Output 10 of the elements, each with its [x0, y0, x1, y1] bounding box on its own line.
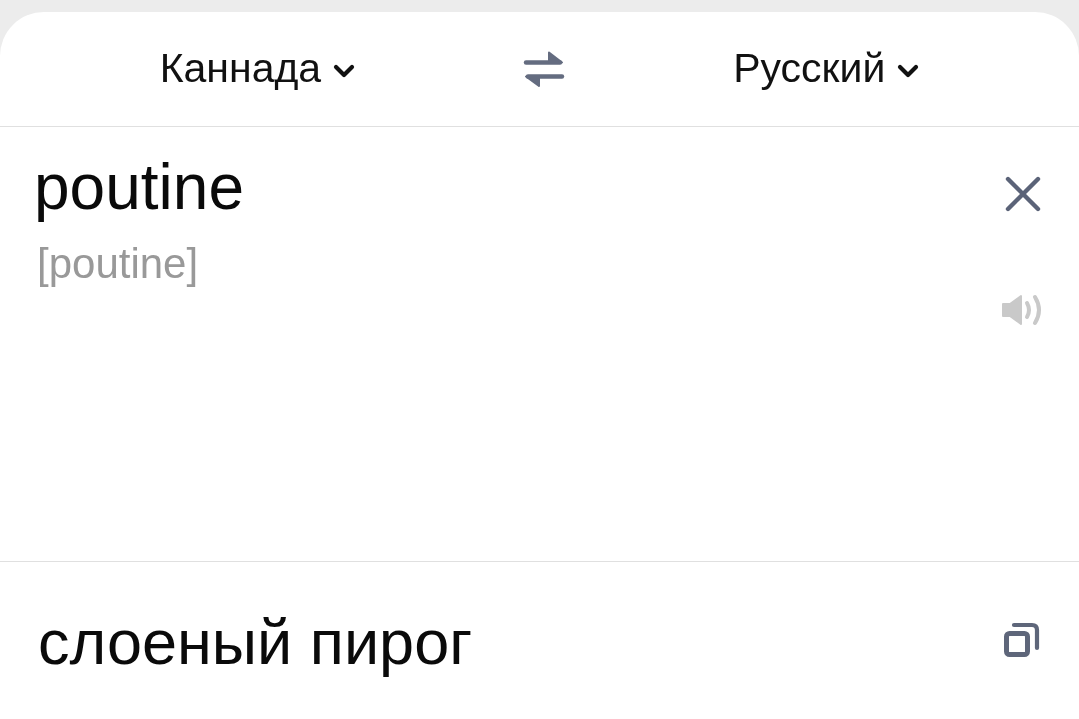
transliteration-text: [poutine]	[37, 239, 199, 289]
translation-text: слоеный пирог	[38, 606, 473, 679]
swap-arrows-icon	[523, 50, 566, 88]
caret-icon	[897, 64, 920, 78]
language-dropdown[interactable]: Русский	[729, 38, 924, 100]
copy-icon	[1004, 622, 1040, 658]
close-icon	[1005, 176, 1041, 212]
caret-icon	[333, 64, 356, 78]
language-dropdown[interactable]: Каннада	[155, 38, 360, 100]
source-text-field[interactable]: poutine	[34, 151, 894, 223]
